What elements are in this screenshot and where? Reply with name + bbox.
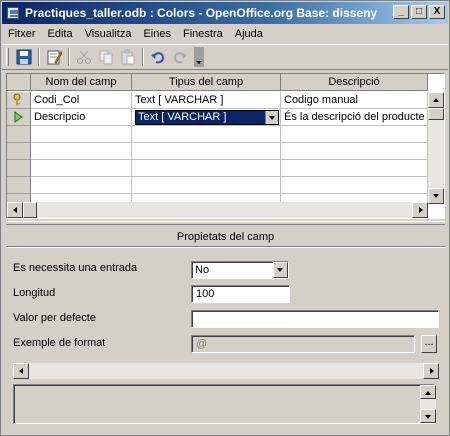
scroll-up-button[interactable]	[428, 92, 444, 108]
title-bar[interactable]: Practiques_taller.odb : Colors - OpenOff…	[2, 2, 448, 24]
length-label: Longitud	[13, 287, 56, 299]
field-type-dropdown[interactable]: Text [ VARCHAR ]	[135, 110, 279, 125]
column-header-description[interactable]: Descripció	[281, 74, 428, 91]
edit-icon[interactable]	[43, 46, 65, 68]
empty-row[interactable]	[7, 143, 428, 160]
toolbar-separator	[38, 48, 40, 66]
current-row-arrow-icon	[14, 111, 23, 123]
default-value-label: Valor per defecte	[13, 312, 96, 324]
scroll-thumb[interactable]	[428, 108, 444, 120]
scroll-thumb[interactable]	[23, 202, 37, 218]
scroll-down-button[interactable]	[428, 188, 444, 204]
minimize-button[interactable]: _	[393, 5, 409, 19]
column-header-type[interactable]: Tipus del camp	[132, 74, 281, 91]
field-properties-title: Propietats del camp	[6, 227, 445, 248]
save-icon[interactable]	[13, 46, 35, 68]
required-dropdown[interactable]: No	[191, 261, 289, 279]
grid-header-row: Nom del camp Tipus del camp Descripció	[7, 74, 428, 91]
format-example-field: @	[191, 335, 415, 353]
chevron-down-icon[interactable]	[273, 262, 288, 278]
window-title: Practiques_taller.odb : Colors - OpenOff…	[25, 6, 379, 20]
paste-icon[interactable]	[117, 46, 139, 68]
row-header[interactable]	[7, 109, 31, 126]
grid-vertical-scrollbar[interactable]	[428, 92, 444, 204]
column-header-name[interactable]: Nom del camp	[31, 74, 132, 91]
format-button[interactable]: ...	[421, 335, 437, 353]
copy-icon[interactable]	[95, 46, 117, 68]
format-example-label: Exemple de format	[13, 337, 106, 349]
field-description-cell[interactable]: És la descripció del producte	[281, 109, 428, 126]
properties-horizontal-scrollbar[interactable]	[13, 363, 439, 379]
grid-horizontal-scrollbar[interactable]	[7, 202, 428, 218]
toolbar-separator	[68, 48, 70, 66]
toolbar-grip[interactable]	[6, 48, 9, 66]
base-app-icon	[5, 5, 21, 21]
table-row[interactable]: Descripcio Text [ VARCHAR ] És la descri…	[7, 109, 428, 126]
scroll-down-button[interactable]	[420, 409, 436, 423]
undo-icon[interactable]	[147, 46, 169, 68]
help-text-area	[13, 384, 435, 424]
menu-edita[interactable]: Edita	[48, 28, 73, 40]
required-label: Es necessita una entrada	[13, 262, 138, 274]
menu-eines[interactable]: Eines	[143, 28, 171, 40]
length-field[interactable]: 100	[191, 285, 290, 303]
scroll-right-button[interactable]	[412, 202, 428, 218]
help-text-scrollbar[interactable]	[420, 385, 436, 423]
field-design-grid: Nom del camp Tipus del camp Descripció C…	[6, 73, 445, 219]
row-header[interactable]	[7, 92, 31, 109]
corner-cell[interactable]	[7, 74, 31, 91]
toolbar-separator	[142, 48, 144, 66]
menu-ajuda[interactable]: Ajuda	[235, 28, 263, 40]
chevron-down-icon[interactable]	[265, 111, 278, 124]
field-type-cell[interactable]: Text [ VARCHAR ]	[132, 109, 281, 126]
empty-row[interactable]	[7, 126, 428, 143]
scroll-left-button[interactable]	[7, 202, 23, 218]
cut-icon[interactable]	[73, 46, 95, 68]
menu-fitxer[interactable]: Fitxer	[8, 28, 36, 40]
field-type-cell[interactable]: Text [ VARCHAR ]	[132, 92, 281, 109]
maximize-button[interactable]: □	[411, 5, 427, 19]
field-description-cell[interactable]: Codigo manual	[281, 92, 428, 109]
table-row[interactable]: Codi_Col Text [ VARCHAR ] Codigo manual	[7, 92, 428, 109]
empty-row[interactable]	[7, 177, 428, 194]
scroll-right-button[interactable]	[423, 363, 439, 379]
toolbar	[2, 44, 448, 70]
empty-row[interactable]	[7, 160, 428, 177]
primary-key-icon	[13, 93, 21, 106]
field-name-cell[interactable]: Descripcio	[31, 109, 132, 126]
menu-bar: Fitxer Edita Visualitza Eines Finestra A…	[2, 25, 448, 43]
app-window: Practiques_taller.odb : Colors - OpenOff…	[0, 0, 450, 436]
required-value: No	[195, 264, 210, 276]
field-name-cell[interactable]: Codi_Col	[31, 92, 132, 109]
scroll-up-button[interactable]	[420, 385, 436, 399]
pane-splitter[interactable]	[6, 221, 445, 225]
close-button[interactable]: X	[429, 5, 445, 19]
toolbar-overflow-button[interactable]	[194, 47, 204, 67]
default-value-field[interactable]	[191, 310, 439, 328]
field-type-selected-value: Text [ VARCHAR ]	[136, 111, 265, 124]
scroll-left-button[interactable]	[13, 363, 29, 379]
redo-icon[interactable]	[169, 46, 191, 68]
menu-visualitza[interactable]: Visualitza	[85, 28, 132, 40]
menu-finestra[interactable]: Finestra	[183, 28, 223, 40]
